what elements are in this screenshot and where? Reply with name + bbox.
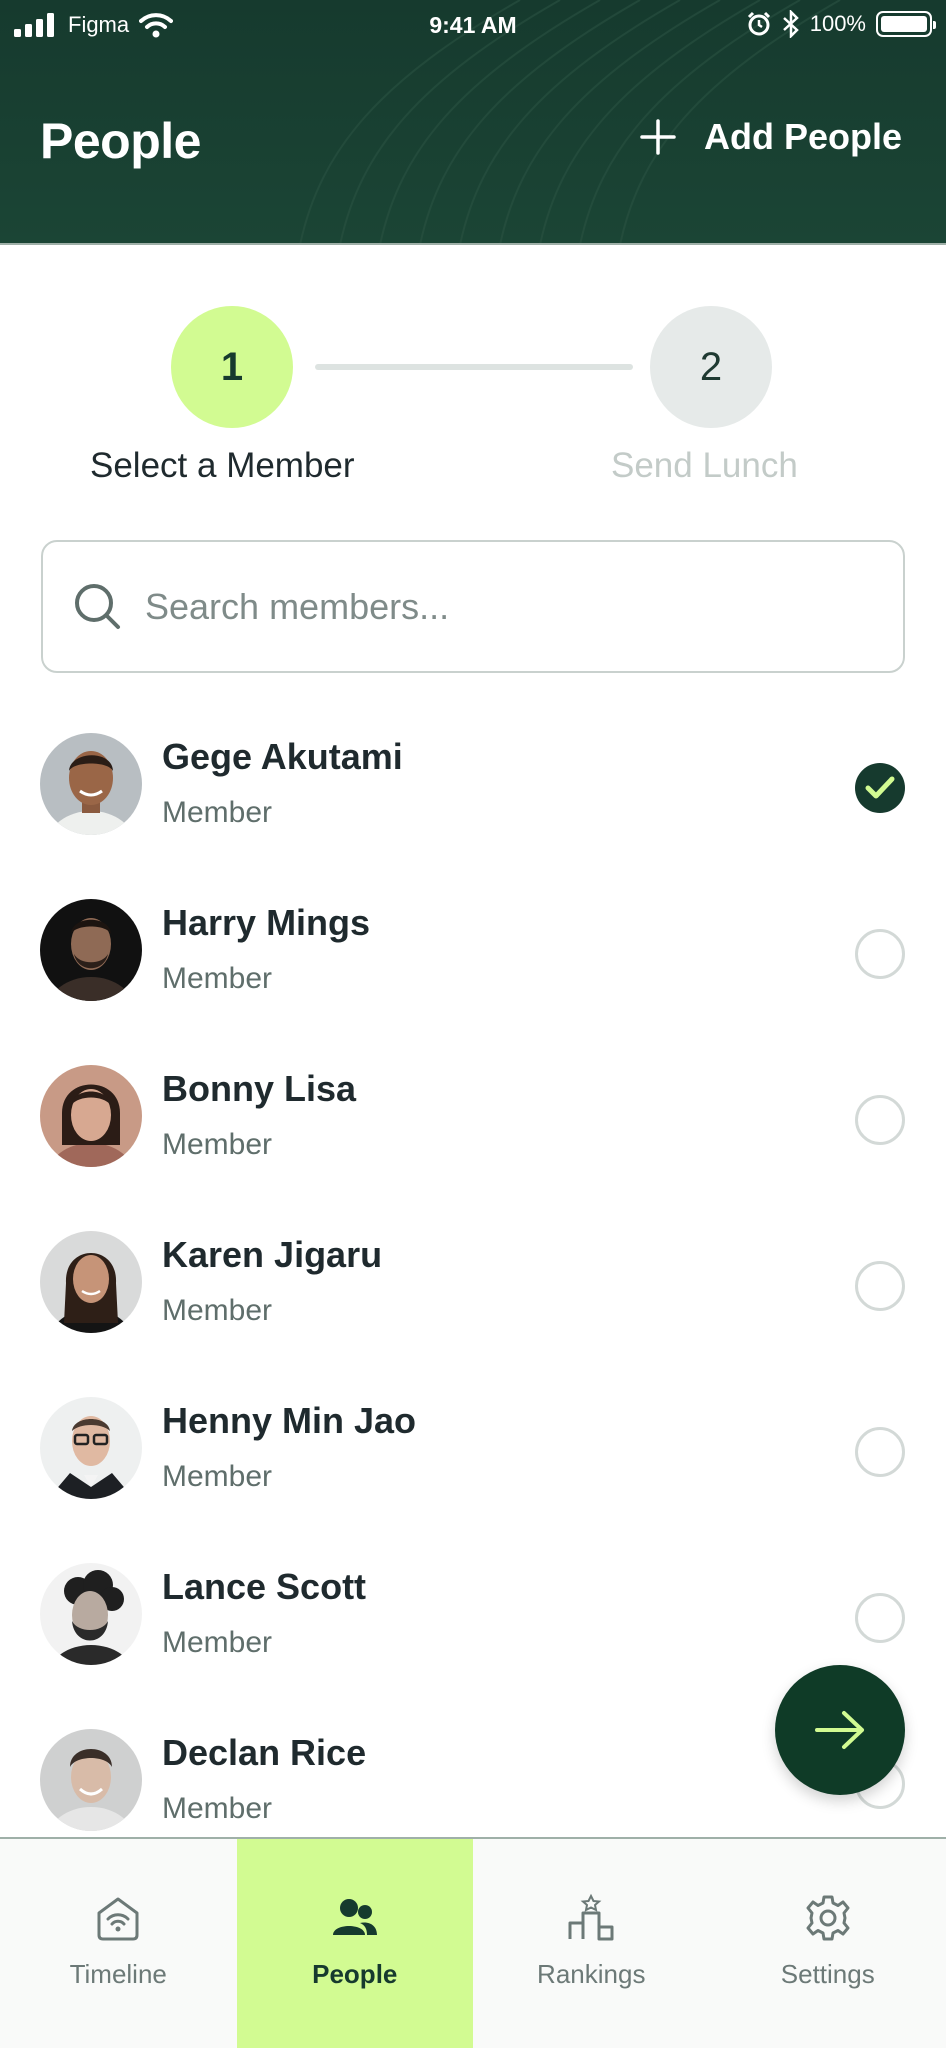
app-header: Figma 9:41 AM 100% People Add People bbox=[0, 0, 946, 245]
member-row[interactable]: Harry Mings Member bbox=[0, 866, 946, 1032]
arrow-right-icon bbox=[815, 1711, 864, 1749]
avatar bbox=[40, 1397, 142, 1499]
alarm-icon bbox=[747, 11, 770, 36]
avatar bbox=[40, 733, 142, 835]
select-radio[interactable] bbox=[855, 1095, 905, 1145]
select-radio[interactable] bbox=[855, 1261, 905, 1311]
member-name: Henny Min Jao bbox=[162, 1400, 417, 1441]
nav-label-timeline: Timeline bbox=[69, 1959, 167, 1989]
nav-item-settings[interactable]: Settings bbox=[710, 1839, 946, 2048]
member-role: Member bbox=[162, 796, 273, 829]
member-name: Lance Scott bbox=[162, 1566, 367, 1607]
member-role: Member bbox=[162, 962, 273, 995]
member-list: Gege Akutami Member Harry Mings Member B… bbox=[0, 700, 946, 1838]
member-role: Member bbox=[162, 1128, 273, 1161]
member-role: Member bbox=[162, 1460, 273, 1493]
member-role: Member bbox=[162, 1626, 273, 1659]
stepper: 1 2 Select a Member Send Lunch bbox=[0, 306, 946, 496]
battery-icon bbox=[876, 11, 936, 37]
member-row[interactable]: Karen Jigaru Member bbox=[0, 1198, 946, 1364]
status-bar: Figma 9:41 AM 100% bbox=[0, 0, 946, 50]
select-radio[interactable] bbox=[855, 1593, 905, 1643]
gear-icon bbox=[806, 1895, 850, 1941]
member-role: Member bbox=[162, 1294, 273, 1327]
step-2-label: Send Lunch bbox=[611, 446, 798, 485]
member-row[interactable]: Gege Akutami Member bbox=[0, 700, 946, 866]
search-input[interactable] bbox=[145, 585, 845, 628]
member-role: Member bbox=[162, 1792, 273, 1825]
avatar bbox=[40, 1563, 142, 1665]
search-box[interactable] bbox=[41, 540, 905, 673]
member-row[interactable]: Bonny Lisa Member bbox=[0, 1032, 946, 1198]
step-connector bbox=[315, 364, 633, 370]
selected-checkbox[interactable] bbox=[855, 763, 905, 813]
step-1-number: 1 bbox=[220, 344, 244, 389]
bluetooth-icon bbox=[782, 10, 799, 38]
bottom-nav: Timeline People Rankings Settings bbox=[0, 1837, 946, 2048]
add-people-label: Add People bbox=[703, 116, 902, 157]
step-1-label: Select a Member bbox=[90, 446, 355, 485]
add-people-button[interactable]: Add People bbox=[640, 116, 902, 158]
home-wifi-icon bbox=[97, 1897, 139, 1941]
avatar bbox=[40, 1729, 142, 1831]
nav-label-settings: Settings bbox=[780, 1959, 875, 1989]
avatar bbox=[40, 899, 142, 1001]
step-2-circle: 2 bbox=[650, 306, 772, 428]
people-icon bbox=[332, 1899, 377, 1935]
member-row[interactable]: Henny Min Jao Member bbox=[0, 1364, 946, 1530]
search-icon bbox=[75, 583, 120, 629]
member-name: Karen Jigaru bbox=[162, 1234, 383, 1275]
page-title: People bbox=[40, 113, 201, 169]
nav-label-rankings: Rankings bbox=[537, 1959, 646, 1989]
member-name: Declan Rice bbox=[162, 1732, 367, 1773]
check-icon bbox=[865, 776, 895, 799]
plus-icon bbox=[640, 119, 676, 155]
podium-icon bbox=[568, 1893, 614, 1941]
member-name: Gege Akutami bbox=[162, 736, 403, 777]
avatar bbox=[40, 1231, 142, 1333]
next-button[interactable] bbox=[775, 1665, 905, 1795]
nav-item-people[interactable]: People bbox=[236, 1839, 473, 2048]
member-name: Harry Mings bbox=[162, 902, 371, 943]
avatar bbox=[40, 1065, 142, 1167]
nav-item-timeline[interactable]: Timeline bbox=[0, 1839, 237, 2048]
nav-item-rankings[interactable]: Rankings bbox=[473, 1839, 710, 2048]
step-1-circle: 1 bbox=[171, 306, 293, 428]
select-radio[interactable] bbox=[855, 929, 905, 979]
member-row[interactable]: Lance Scott Member bbox=[0, 1530, 946, 1696]
nav-label-people: People bbox=[312, 1959, 398, 1989]
select-radio[interactable] bbox=[855, 1427, 905, 1477]
step-2-number: 2 bbox=[699, 344, 723, 389]
member-name: Bonny Lisa bbox=[162, 1068, 357, 1109]
battery-percent: 100% bbox=[809, 11, 866, 36]
